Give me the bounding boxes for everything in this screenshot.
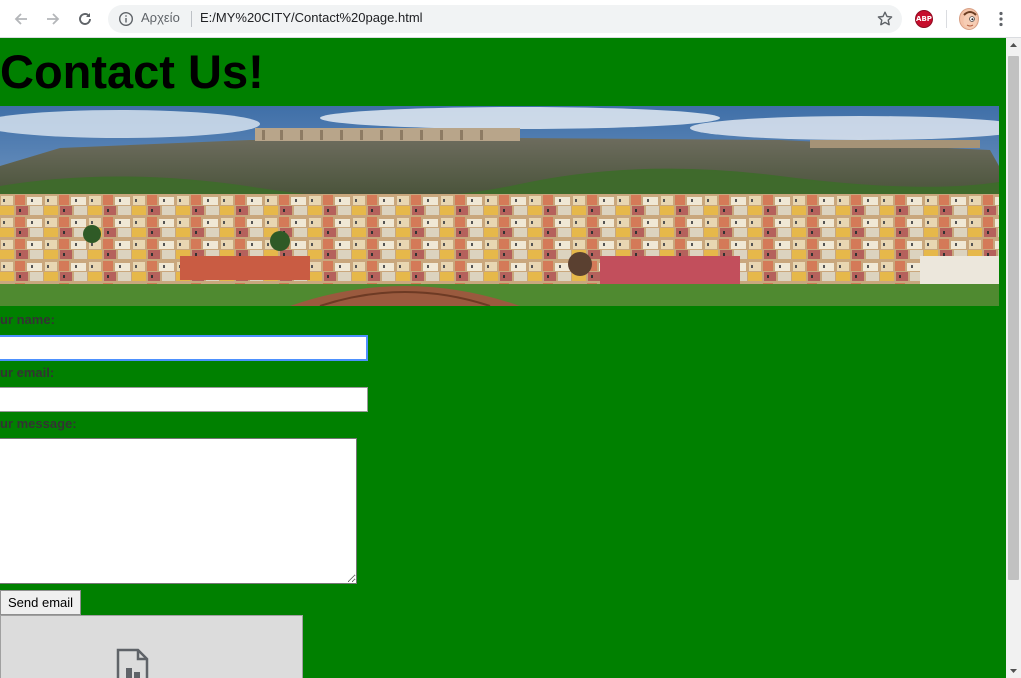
info-icon[interactable] xyxy=(118,11,134,27)
arrow-right-icon xyxy=(47,13,60,25)
hero-image xyxy=(0,106,999,306)
site-chip[interactable]: Αρχείο xyxy=(141,10,180,25)
scroll-thumb[interactable] xyxy=(1008,56,1019,580)
scroll-down-arrow-icon[interactable] xyxy=(1006,663,1021,678)
profile-avatar-icon[interactable] xyxy=(959,8,979,30)
address-bar[interactable]: Αρχείο E:/MY%20CITY/Contact%20page.html xyxy=(108,5,902,33)
scroll-up-arrow-icon[interactable] xyxy=(1006,38,1021,53)
message-textarea[interactable] xyxy=(0,438,357,584)
back-button[interactable] xyxy=(8,6,34,32)
avatar-face xyxy=(963,11,977,29)
name-label: ur name: xyxy=(0,312,55,327)
toolbar-divider xyxy=(946,10,947,28)
omnibox-divider xyxy=(191,11,192,27)
page-viewport: Contact Us! ur name: ur email: ur messag… xyxy=(0,38,1006,678)
email-input[interactable] xyxy=(0,387,368,412)
reload-button[interactable] xyxy=(72,6,98,32)
send-email-button[interactable]: Send email xyxy=(0,590,82,615)
url-text[interactable]: E:/MY%20CITY/Contact%20page.html xyxy=(200,10,423,25)
page-title: Contact Us! xyxy=(0,45,264,98)
browser-toolbar: Αρχείο E:/MY%20CITY/Contact%20page.html … xyxy=(0,0,1021,38)
star-icon[interactable] xyxy=(876,10,894,28)
reload-icon xyxy=(79,13,91,25)
broken-embed-frame xyxy=(0,615,303,678)
broken-file-icon xyxy=(116,648,149,678)
kebab-menu-icon[interactable] xyxy=(992,10,1010,28)
message-label: ur message: xyxy=(0,416,77,431)
email-label: ur email: xyxy=(0,365,55,380)
vertical-scrollbar[interactable] xyxy=(1006,38,1021,678)
name-input[interactable] xyxy=(0,335,368,361)
forward-button[interactable] xyxy=(40,6,66,32)
arrow-left-icon xyxy=(14,13,27,25)
adblock-extension-icon[interactable]: ABP xyxy=(915,10,933,28)
